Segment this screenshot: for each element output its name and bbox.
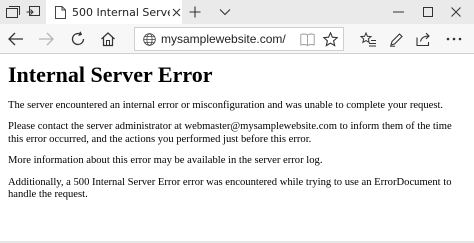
favorites-hub-icon[interactable] (358, 29, 378, 49)
more-icon[interactable] (444, 29, 464, 49)
forward-arrow-icon[interactable] (36, 29, 56, 49)
back-arrow-icon[interactable] (6, 29, 26, 49)
pen-icon[interactable] (386, 29, 406, 49)
title-bar: 500 Internal Server Erro (0, 0, 474, 24)
chevron-down-icon[interactable] (216, 3, 234, 21)
navigation-bar: mysamplewebsite.com/ (0, 24, 474, 54)
page-content: Internal Server Error The server encount… (8, 58, 468, 210)
address-bar[interactable]: mysamplewebsite.com/ (134, 27, 344, 51)
star-icon[interactable] (322, 31, 338, 47)
tab-preview-icon[interactable] (4, 3, 22, 21)
page-title: Internal Server Error (8, 62, 213, 87)
reading-view-icon[interactable] (299, 31, 315, 47)
address-url[interactable]: mysamplewebsite.com/ (161, 32, 291, 46)
page-icon (52, 4, 68, 20)
home-icon[interactable] (98, 29, 118, 49)
error-paragraph-3: More information about this error may be… (8, 155, 323, 167)
close-icon[interactable] (438, 0, 474, 24)
error-paragraph-2: Please contact the server administrator … (8, 121, 452, 145)
set-aside-tabs-icon[interactable] (24, 3, 42, 21)
tab-title: 500 Internal Server Erro (72, 5, 170, 19)
close-icon[interactable] (170, 6, 182, 18)
refresh-icon[interactable] (68, 29, 88, 49)
share-icon[interactable] (414, 29, 434, 49)
error-paragraph-1: The server encountered an internal error… (8, 100, 444, 111)
plus-icon[interactable] (186, 3, 204, 21)
active-tab[interactable]: 500 Internal Server Erro (46, 0, 182, 24)
error-paragraph-4: Additionally, a 500 Internal Server Erro… (8, 176, 452, 201)
globe-icon (141, 31, 157, 47)
